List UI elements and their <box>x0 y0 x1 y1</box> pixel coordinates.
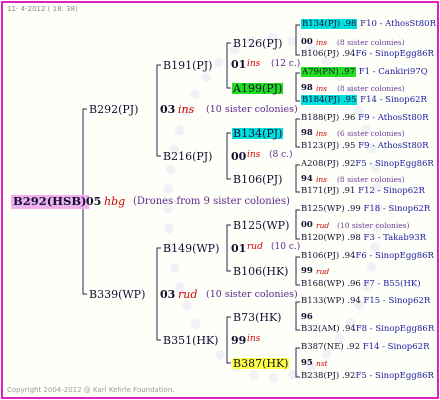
g2-b-name[interactable]: B216(PJ) <box>163 151 212 162</box>
g4-row-12[interactable]: B168(WP) .96 F7 - B55(HK) <box>301 280 421 289</box>
g4-row-9[interactable]: B125(WP) .99 F18 - Sinop62R <box>301 205 430 214</box>
g3-tag-2: ins <box>316 84 328 93</box>
g3-name-7[interactable]: B73(HK) <box>233 312 281 323</box>
root-tag: hbg <box>104 195 126 208</box>
g4-row-3[interactable]: A79(PN) .97 F1 - Cankiri97Q <box>301 67 428 77</box>
root-note: (Drones from 9 sister colonies) <box>133 196 290 207</box>
g2-d-tag: ins <box>247 334 261 344</box>
g4-row-14[interactable]: B32(AM) .94F8 - SinopEgg86R <box>301 325 434 334</box>
g3-year-7: 96 <box>301 312 313 322</box>
g4-row-8[interactable]: B171(PJ) .91 F12 - Sinop62R <box>301 187 425 196</box>
g1-bottom-tag: rud <box>178 288 198 301</box>
g3-note-3: (6 sister colonies) <box>337 129 405 138</box>
g2-c-year: 01 <box>231 242 247 255</box>
g3-note-1: (8 sister colonies) <box>337 38 405 47</box>
g1-top-year: 03 <box>160 103 176 116</box>
g3-year-2: 98 <box>301 83 313 93</box>
g2-a-year: 01 <box>231 58 247 71</box>
g3-tag-8: nst <box>316 359 328 368</box>
g3-note-5: (10 sister colonies) <box>337 221 410 230</box>
g3-year-5: 00 <box>301 220 313 230</box>
root-year: 05 <box>86 195 102 208</box>
g3-tag-4: ins <box>316 175 328 184</box>
g1-bottom-note: (10 sister colonies) <box>206 289 298 300</box>
g3-name-6[interactable]: B106(HK) <box>233 266 288 277</box>
g1-top-name[interactable]: B292(PJ) <box>89 104 138 115</box>
g4-row-10[interactable]: B120(WP) .98 F3 - Takab93R <box>301 234 426 243</box>
g2-d-year: 99 <box>231 334 247 347</box>
g3-note-4: (8 sister colonies) <box>337 175 405 184</box>
g4-row-5[interactable]: B188(PJ) .96 F9 - AthosSt80R <box>301 114 429 123</box>
g3-name-8[interactable]: B387(HK) <box>232 358 290 369</box>
g2-b-tag: ins <box>247 150 261 160</box>
g4-row-15[interactable]: B387(NE) .92 F14 - Sinop62R <box>301 343 429 352</box>
copyright-footer: Copyright 2004-2012 @ Karl Kehrle Founda… <box>7 386 175 394</box>
g4-row-2[interactable]: B106(PJ) .94F6 - SinopEgg86R <box>301 50 434 59</box>
g3-name-2[interactable]: A199(PJ) <box>232 83 284 94</box>
g2-c-name[interactable]: B149(WP) <box>163 243 219 254</box>
g4-row-11[interactable]: B106(PJ) .94F6 - SinopEgg86R <box>301 252 434 261</box>
g4-row-6[interactable]: B123(PJ) .95 F9 - AthosSt80R <box>301 142 429 151</box>
g2-c-tag: rud <box>247 242 263 252</box>
g2-a-name[interactable]: B191(PJ) <box>163 60 212 71</box>
g3-year-4: 94 <box>301 174 313 184</box>
g3-year-6: 99 <box>301 266 313 276</box>
g3-name-4[interactable]: B106(PJ) <box>233 174 282 185</box>
g1-top-note: (10 sister colonies) <box>206 104 298 115</box>
g3-tag-6: rud <box>316 267 330 276</box>
g3-note-2: (8 sister colonies) <box>337 84 405 93</box>
g2-a-tag: ins <box>247 59 261 69</box>
g2-b-note: (8 c.) <box>269 150 293 160</box>
g3-year-3: 98 <box>301 128 313 138</box>
g1-bottom-name[interactable]: B339(WP) <box>89 289 145 300</box>
g4-row-4[interactable]: B184(PJ) .95 F14 - Sinop62R <box>301 95 427 105</box>
g2-c-note: (10 c.) <box>271 242 301 252</box>
g2-b-year: 00 <box>231 150 247 163</box>
g1-top-tag: ins <box>178 103 195 116</box>
g3-name-3[interactable]: B134(PJ) <box>232 128 284 139</box>
g3-year-1: 00 <box>301 37 313 47</box>
g3-tag-5: rud <box>316 221 330 230</box>
g3-tag-3: ins <box>316 129 328 138</box>
g4-row-7[interactable]: A208(PJ) .92F5 - SinopEgg86R <box>301 160 434 169</box>
g3-name-5[interactable]: B125(WP) <box>233 220 289 231</box>
g3-year-8: 95 <box>301 358 313 368</box>
g4-row-1[interactable]: B134(PJ) .98 F10 - AthosSt80R <box>301 19 436 29</box>
g3-tag-1: ins <box>316 38 328 47</box>
root-queen[interactable]: B292(HSB) <box>11 195 89 209</box>
g2-a-note: (12 c.) <box>271 59 301 69</box>
g3-name-1[interactable]: B126(PJ) <box>233 38 282 49</box>
g1-bottom-year: 03 <box>160 288 176 301</box>
g2-d-name[interactable]: B351(HK) <box>163 335 218 346</box>
g4-row-13[interactable]: B133(WP) .94 F15 - Sinop62R <box>301 297 430 306</box>
g4-row-16[interactable]: B238(PJ) .92F5 - SinopEgg86R <box>301 372 434 381</box>
pedigree-frame: 11- 4-2012 ( 18: 38) B292(HSB) 05 hbg (D… <box>1 1 439 399</box>
